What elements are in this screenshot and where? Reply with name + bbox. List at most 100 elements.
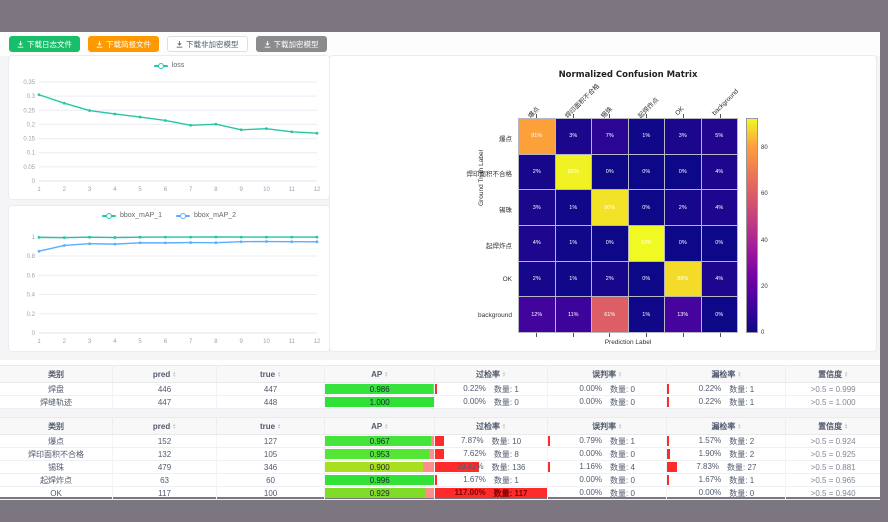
ap-value: 0.900 <box>325 461 434 473</box>
rate-text: 0.00%数量: 0 <box>548 449 667 460</box>
confidence-cell: >0.5 = 0.940 <box>786 487 880 500</box>
sort-caret-icon[interactable]: ▲▼ <box>618 371 622 377</box>
true-cell: 346 <box>216 461 324 474</box>
column-header-误判率[interactable]: 误判率▲▼ <box>547 418 667 435</box>
cm-axis-tick <box>609 333 610 337</box>
column-header-pred[interactable]: pred▲▼ <box>113 418 217 435</box>
download-report-button[interactable]: 下载简报文件 <box>88 36 159 52</box>
cm-cell-0-4: 3% <box>665 119 701 154</box>
rate-text: 117.00%数量: 117 <box>435 488 547 499</box>
table-divider <box>0 409 880 417</box>
confusion-matrix-card: Normalized Confusion Matrix Ground Truth… <box>329 55 877 352</box>
cm-cell-1-5: 4% <box>702 155 738 190</box>
column-header-置信度[interactable]: 置信度▲▼ <box>786 418 880 435</box>
download-encrypted-model-label: 下载加密模型 <box>274 39 319 50</box>
column-header-过检率[interactable]: 过检率▲▼ <box>435 418 548 435</box>
data-table: 类别pred▲▼true▲▼AP▲▼过检率▲▼误判率▲▼漏检率▲▼置信度▲▼焊盘… <box>0 365 880 409</box>
legend-item-bbox_mAP_1[interactable]: bbox_mAP_1 <box>102 212 162 219</box>
table-row: 起焊炸点63600.9961.67%数量: 10.00%数量: 01.67%数量… <box>0 474 880 487</box>
map-chart-legend[interactable]: bbox_mAP_1 bbox_mAP_2 <box>9 212 329 219</box>
colorbar-tick-label: 60 <box>761 191 768 197</box>
rate-text: 0.22%数量: 1 <box>435 384 547 395</box>
rate-text: 0.79%数量: 1 <box>548 436 667 447</box>
true-cell: 100 <box>216 487 324 500</box>
svg-text:6: 6 <box>164 339 168 345</box>
cm-axis-tick <box>720 114 721 118</box>
cm-cell-0-2: 7% <box>592 119 628 154</box>
sort-caret-icon[interactable]: ▲▼ <box>502 371 506 377</box>
map-line-chart: 00.20.40.60.81123456789101112 <box>9 222 329 351</box>
pred-cell: 447 <box>113 396 217 409</box>
column-header-漏检率[interactable]: 漏检率▲▼ <box>667 418 786 435</box>
sort-caret-icon[interactable]: ▲▼ <box>737 423 741 429</box>
svg-text:4: 4 <box>113 187 117 193</box>
rate-text: 0.00%数量: 0 <box>667 488 785 499</box>
sort-caret-icon[interactable]: ▲▼ <box>172 371 176 377</box>
sort-caret-icon[interactable]: ▲▼ <box>844 371 848 377</box>
cm-row-label: OK <box>334 276 512 283</box>
svg-text:9: 9 <box>240 339 244 345</box>
sort-caret-icon[interactable]: ▲▼ <box>277 423 281 429</box>
sort-caret-icon[interactable]: ▲▼ <box>737 371 741 377</box>
sort-caret-icon[interactable]: ▲▼ <box>618 423 622 429</box>
svg-text:0.2: 0.2 <box>27 312 36 318</box>
column-header-true[interactable]: true▲▼ <box>216 418 324 435</box>
svg-text:0.35: 0.35 <box>23 80 35 86</box>
cm-cell-0-5: 5% <box>702 119 738 154</box>
ap-cell: 0.900 <box>325 461 435 474</box>
column-header-漏检率[interactable]: 漏检率▲▼ <box>667 366 786 383</box>
sort-caret-icon[interactable]: ▲▼ <box>384 371 388 377</box>
svg-text:0: 0 <box>32 331 36 337</box>
legend-item-loss[interactable]: loss <box>154 62 184 69</box>
rate-text: 7.87%数量: 10 <box>435 436 547 447</box>
svg-text:5: 5 <box>138 339 142 345</box>
download-toolbar: 下载日志文件 下载简报文件 下载非加密模型 下载加密模型 <box>0 32 880 56</box>
cm-cell-4-1: 1% <box>556 262 592 297</box>
download-plain-model-button[interactable]: 下载非加密模型 <box>167 36 248 52</box>
column-header-true[interactable]: true▲▼ <box>216 366 324 383</box>
confidence-cell: >0.5 = 0.925 <box>786 448 880 461</box>
svg-text:8: 8 <box>214 339 218 345</box>
cm-cell-1-2: 0% <box>592 155 628 190</box>
ap-value: 0.929 <box>325 487 434 499</box>
cm-cell-1-3: 0% <box>629 155 665 190</box>
sort-caret-icon[interactable]: ▲▼ <box>844 423 848 429</box>
column-header-AP[interactable]: AP▲▼ <box>325 418 435 435</box>
miss-rate-cell: 7.83%数量: 27 <box>667 461 786 474</box>
ap-cell: 0.953 <box>325 448 435 461</box>
sort-caret-icon[interactable]: ▲▼ <box>277 371 281 377</box>
cm-cell-5-4: 13% <box>665 297 701 332</box>
column-header-置信度[interactable]: 置信度▲▼ <box>786 366 880 383</box>
column-header-AP[interactable]: AP▲▼ <box>325 366 435 383</box>
cm-cell-2-3: 0% <box>629 190 665 225</box>
svg-text:0: 0 <box>32 179 36 185</box>
column-header-过检率[interactable]: 过检率▲▼ <box>435 366 548 383</box>
cm-cell-3-0: 4% <box>519 226 555 261</box>
ap-cell: 0.967 <box>325 435 435 448</box>
cm-axis-tick <box>536 333 537 337</box>
miss-rate-cell: 1.57%数量: 2 <box>667 435 786 448</box>
confidence-cell: >0.5 = 1.000 <box>786 396 880 409</box>
sort-caret-icon[interactable]: ▲▼ <box>384 423 388 429</box>
svg-text:0.6: 0.6 <box>27 273 36 279</box>
column-header-误判率[interactable]: 误判率▲▼ <box>547 366 667 383</box>
mis-rate-cell: 0.00%数量: 0 <box>547 448 667 461</box>
sort-caret-icon[interactable]: ▲▼ <box>172 423 176 429</box>
rate-text: 7.62%数量: 8 <box>435 449 547 460</box>
svg-text:0.3: 0.3 <box>27 94 36 100</box>
cm-cell-3-4: 0% <box>665 226 701 261</box>
column-header-pred[interactable]: pred▲▼ <box>113 366 217 383</box>
cm-cell-3-3: 93% <box>629 226 665 261</box>
cm-col-label: 焊印面积不合格 <box>562 81 601 120</box>
download-log-button[interactable]: 下载日志文件 <box>9 36 80 52</box>
cm-cell-4-5: 4% <box>702 262 738 297</box>
cm-cell-0-1: 3% <box>556 119 592 154</box>
rate-text: 1.16%数量: 4 <box>548 462 667 473</box>
download-encrypted-model-button[interactable]: 下载加密模型 <box>256 36 327 52</box>
legend-item-bbox_mAP_2[interactable]: bbox_mAP_2 <box>176 212 236 219</box>
svg-text:7: 7 <box>189 339 193 345</box>
svg-text:11: 11 <box>289 187 296 193</box>
loss-chart-legend[interactable]: loss <box>9 62 329 69</box>
cm-cell-2-5: 4% <box>702 190 738 225</box>
sort-caret-icon[interactable]: ▲▼ <box>502 423 506 429</box>
